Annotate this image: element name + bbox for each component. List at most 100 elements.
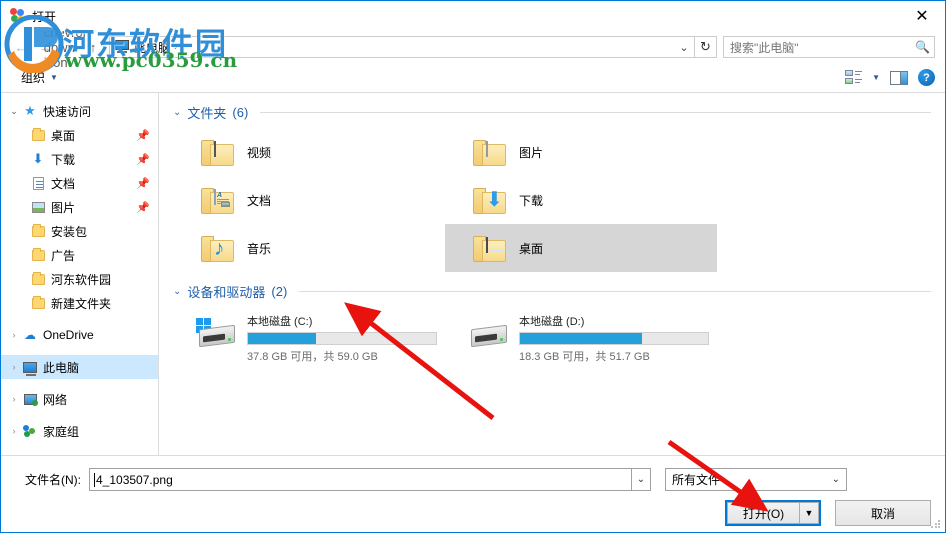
address-bar[interactable]: 此电脑 › ⌄ [109,36,695,58]
sidebar-item-quick-access[interactable]: ⌄ ★ 快速访问 [1,99,158,123]
close-icon[interactable]: ✕ [899,1,945,31]
refresh-icon[interactable]: ↻ [695,36,717,58]
folders-group-header[interactable]: ⌄ 文件夹 (6) [173,103,931,122]
sidebar-item-network[interactable]: › 网络 [1,387,158,411]
sidebar-item-pictures[interactable]: 图片 📌 [1,195,158,219]
drives-grid: 本地磁盘 (C:) 37.8 GB 可用，共 59.0 GB 本地磁盘 (D:) [173,307,931,364]
expander-icon[interactable]: › [7,426,21,436]
sidebar-item-hedong[interactable]: 河东软件园 [1,267,158,291]
this-pc-icon [114,40,130,54]
sidebar-item-label: 此电脑 [43,360,80,375]
view-options-icon[interactable] [845,70,863,85]
sidebar-item-label: 家庭组 [43,424,80,439]
magnifier-icon: 🔍 [915,40,930,54]
pictures-folder-icon [473,138,507,166]
folder-tile-music[interactable]: ♪ 音乐 [173,224,445,272]
folder-tile-videos[interactable]: 视频 [173,128,445,176]
pin-icon[interactable]: 📌 [136,153,150,166]
collapse-caret-icon[interactable]: ⌄ [173,107,181,118]
documents-folder-icon: A [201,186,235,214]
sidebar-item-downloads[interactable]: ⬇ 下载 📌 [1,147,158,171]
up-arrow-icon[interactable]: ↑ [81,35,105,59]
footer-buttons: 打开(O) ▼ 取消 [15,500,931,526]
sidebar-item-new-folder[interactable]: 新建文件夹 [1,291,158,315]
command-toolbar: 组织 ▼ ▼ ? [1,63,945,93]
dialog-body: ⌄ ★ 快速访问 桌面 📌 ⬇ 下载 📌 文档 📌 图片 📌 安装包 广告 河东… [1,93,945,456]
sidebar-item-documents[interactable]: 文档 📌 [1,171,158,195]
drive-tile-d[interactable]: 本地磁盘 (D:) 18.3 GB 可用，共 51.7 GB [445,307,717,364]
drives-group-header[interactable]: ⌄ 设备和驱动器 (2) [173,282,931,301]
preview-pane-icon[interactable] [890,70,908,85]
open-button[interactable]: 打开(O) [727,502,799,524]
address-history-chevron-down-icon[interactable]: ⌄ [674,41,694,54]
sidebar-item-ads[interactable]: 广告 [1,243,158,267]
file-type-filter-select[interactable]: 所有文件 ⌄ [665,468,847,491]
filename-value: 4_103507.png [96,472,173,487]
folder-tile-desktop[interactable]: 桌面 [445,224,717,272]
chevron-down-icon[interactable]: chevron-down-icon [44,25,95,70]
file-type-filter-value: 所有文件 [672,473,721,487]
breadcrumb-item-this-pc[interactable]: 此电脑 [134,39,170,56]
drives-group-title: 设备和驱动器 [187,285,266,300]
windows-drive-icon [193,317,239,351]
breadcrumb-separator: › [174,41,178,53]
drive-usage-bar [519,332,709,345]
folders-group-count: (6) [232,105,249,120]
folder-icon [29,127,47,141]
group-divider [260,112,931,113]
drive-usage-fill [520,333,643,344]
toolbar-right-group: ▼ ? [845,69,935,86]
pin-icon[interactable]: 📌 [136,129,150,142]
expander-icon[interactable]: › [7,362,21,372]
expander-icon[interactable]: › [7,330,21,340]
sidebar-item-installers[interactable]: 安装包 [1,219,158,243]
star-icon: ★ [24,103,36,118]
collapse-caret-icon[interactable]: ⌄ [173,286,181,297]
drive-name: 本地磁盘 (D:) [519,316,585,328]
filename-input[interactable]: 4_103507.png [89,468,632,491]
help-icon[interactable]: ? [918,69,935,86]
organize-button[interactable]: 组织 ▼ [21,69,58,86]
sidebar-item-this-pc[interactable]: › 此电脑 [1,355,158,379]
folder-tile-documents[interactable]: A 文档 [173,176,445,224]
open-file-dialog: 打开 ✕ ← → chevron-down-icon ↑ 此电脑 › ⌄ ↻ 搜… [0,0,946,533]
pin-icon[interactable]: 📌 [136,201,150,214]
folder-tile-label: 下载 [519,193,544,208]
search-placeholder: 搜索"此电脑" [730,40,799,55]
drive-tile-c[interactable]: 本地磁盘 (C:) 37.8 GB 可用，共 59.0 GB [173,307,445,364]
view-options-caret-icon[interactable]: ▼ [872,73,880,82]
resize-grip-icon[interactable] [931,519,941,529]
cloud-icon: ☁ [24,328,36,342]
sidebar-item-desktop[interactable]: 桌面 📌 [1,123,158,147]
expander-icon[interactable]: › [7,394,21,404]
cancel-button[interactable]: 取消 [835,500,931,526]
open-split-button[interactable]: 打开(O) ▼ [725,500,821,526]
expander-icon[interactable]: ⌄ [7,106,21,117]
sidebar-item-label: 安装包 [51,224,88,239]
filename-dropdown-icon[interactable]: ⌄ [632,468,651,491]
title-bar: 打开 ✕ [1,1,945,31]
drive-info: 本地磁盘 (D:) 18.3 GB 可用，共 51.7 GB [511,307,717,364]
chevron-down-icon: ⌄ [831,474,840,485]
open-dropdown-caret-icon[interactable]: ▼ [799,502,819,524]
sidebar-item-homegroup[interactable]: › 家庭组 [1,419,158,443]
sidebar-item-label: 文档 [51,176,76,191]
folder-tile-downloads[interactable]: ⬇ 下载 [445,176,717,224]
folder-tile-label: 桌面 [519,241,544,256]
sidebar-item-label: 河东软件园 [51,272,112,287]
sidebar-item-label: 新建文件夹 [51,296,112,311]
sidebar-item-onedrive[interactable]: › ☁ OneDrive [1,323,158,347]
back-arrow-icon[interactable]: ← [9,35,33,59]
navigation-pane: ⌄ ★ 快速访问 桌面 📌 ⬇ 下载 📌 文档 📌 图片 📌 安装包 广告 河东… [1,93,159,455]
drives-group-count: (2) [271,284,288,299]
filename-row: 文件名(N): 4_103507.png ⌄ 所有文件 ⌄ [15,468,931,491]
drive-free-text: 18.3 GB 可用，共 51.7 GB [519,351,650,363]
text-caret [94,472,95,487]
search-input[interactable]: 搜索"此电脑" 🔍 [723,36,935,58]
group-divider [299,291,931,292]
folder-icon [29,271,47,285]
dialog-footer: 文件名(N): 4_103507.png ⌄ 所有文件 ⌄ 打开(O) ▼ 取消 [1,456,945,532]
folder-tile-pictures[interactable]: 图片 [445,128,717,176]
pin-icon[interactable]: 📌 [136,177,150,190]
sidebar-item-label: 图片 [51,200,76,215]
